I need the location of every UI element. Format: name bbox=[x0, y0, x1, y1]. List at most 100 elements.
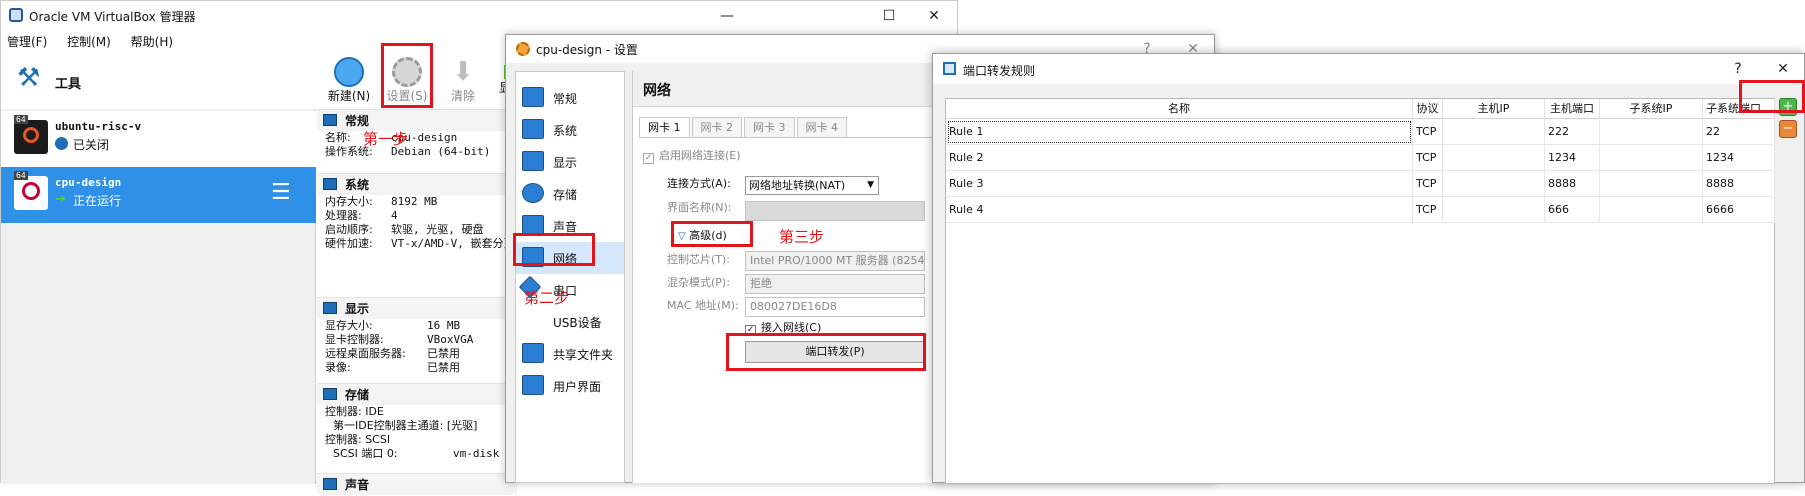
menu-help[interactable]: 帮助(H) bbox=[131, 35, 173, 49]
vm-item-cpu-design[interactable]: 64 cpu-design ➔ 正在运行 ☰ bbox=[1, 167, 316, 223]
main-titlebar: Oracle VM VirtualBox 管理器 — ☐ ✕ bbox=[1, 1, 957, 31]
col-header-protocol[interactable]: 协议 bbox=[1413, 99, 1443, 119]
detail-key: 启动顺序: bbox=[325, 223, 373, 236]
detail-row: 远程桌面服务器: 已禁用 bbox=[317, 347, 517, 361]
cell-protocol[interactable]: TCP bbox=[1413, 145, 1443, 171]
attached-label: 连接方式(A): bbox=[667, 177, 731, 190]
discard-button[interactable]: ⬇ 清除 bbox=[439, 57, 487, 107]
adapter-type-field[interactable]: Intel PRO/1000 MT 服务器 (82545EM) bbox=[745, 251, 925, 271]
cell-host-ip[interactable] bbox=[1443, 171, 1545, 197]
storage-header: 存储 bbox=[317, 383, 517, 405]
gear-icon bbox=[516, 42, 530, 56]
settings-title: cpu-design - 设置 bbox=[536, 43, 638, 57]
detail-row: 名称: cpu-design bbox=[317, 131, 517, 145]
cell-name[interactable]: Rule 2 bbox=[946, 145, 1413, 171]
nav-item-user-interface[interactable]: 用户界面 bbox=[516, 370, 624, 402]
detail-key: 硬件加速: bbox=[325, 237, 373, 250]
maximize-button[interactable]: ☐ bbox=[866, 1, 912, 31]
cell-protocol[interactable]: TCP bbox=[1413, 197, 1443, 223]
audio-section: 声音 bbox=[317, 473, 517, 495]
promisc-label: 混杂模式(P): bbox=[667, 276, 730, 289]
table-row[interactable]: Rule 4 TCP 666 6666 bbox=[946, 197, 1775, 223]
table-row[interactable]: Rule 1 TCP 222 22 bbox=[946, 119, 1775, 145]
port-forward-dialog: 端口转发规则 ? ✕ 名称 协议 主机IP 主机端口 子系统IP 子系统端口 R… bbox=[932, 53, 1805, 484]
col-header-host-ip[interactable]: 主机IP bbox=[1443, 99, 1545, 119]
storage-section: 存储 控制器: IDE 第一IDE控制器主通道: [光驱] 控制器: SCSI … bbox=[317, 383, 517, 461]
remove-rule-icon[interactable]: − bbox=[1779, 120, 1797, 138]
cell-guest-port[interactable]: 22 bbox=[1703, 119, 1775, 145]
table-row[interactable]: Rule 2 TCP 1234 1234 bbox=[946, 145, 1775, 171]
new-label: 新建(N) bbox=[327, 89, 371, 103]
cell-name[interactable]: Rule 1 bbox=[946, 119, 1413, 145]
cell-host-ip[interactable] bbox=[1443, 119, 1545, 145]
enable-adapter-label: 启用网络连接(E) bbox=[659, 149, 741, 162]
general-header: 常规 bbox=[317, 109, 517, 131]
promisc-field[interactable]: 拒绝 bbox=[745, 274, 925, 294]
tab-adapter-4[interactable]: 网卡 4 bbox=[796, 117, 847, 137]
nav-item-shared-folders[interactable]: 共享文件夹 bbox=[516, 338, 624, 370]
usb-icon bbox=[522, 311, 544, 331]
cell-guest-port[interactable]: 1234 bbox=[1703, 145, 1775, 171]
nav-item-general[interactable]: 常规 bbox=[516, 82, 624, 114]
cell-name[interactable]: Rule 3 bbox=[946, 171, 1413, 197]
cell-host-port[interactable]: 666 bbox=[1545, 197, 1600, 223]
adapter-tabs: 网卡 1 网卡 2 网卡 3 网卡 4 bbox=[639, 117, 849, 137]
cell-host-port[interactable]: 1234 bbox=[1545, 145, 1600, 171]
cell-protocol[interactable]: TCP bbox=[1413, 119, 1443, 145]
down-arrow-icon: ⬇ bbox=[452, 57, 474, 87]
mac-field[interactable]: 080027DE16D8 bbox=[745, 297, 925, 317]
nav-item-display[interactable]: 显示 bbox=[516, 146, 624, 178]
name-field[interactable] bbox=[745, 201, 925, 221]
cell-guest-ip[interactable] bbox=[1600, 171, 1703, 197]
display-icon bbox=[323, 302, 337, 314]
detail-key: 内存大小: bbox=[325, 195, 373, 208]
tab-adapter-2[interactable]: 网卡 2 bbox=[691, 117, 742, 137]
nav-item-usb[interactable]: USB设备 bbox=[516, 306, 624, 338]
attached-value: 网络地址转换(NAT) bbox=[749, 179, 846, 192]
nav-item-storage[interactable]: 存储 bbox=[516, 178, 624, 210]
tab-adapter-3[interactable]: 网卡 3 bbox=[744, 117, 795, 137]
detail-value: vm-disk bbox=[453, 447, 500, 460]
menu-manage[interactable]: 管理(F) bbox=[7, 35, 47, 49]
discard-label: 清除 bbox=[450, 89, 475, 103]
new-button[interactable]: 新建(N) bbox=[325, 57, 373, 107]
col-header-guest-ip[interactable]: 子系统IP bbox=[1600, 99, 1703, 119]
cell-guest-ip[interactable] bbox=[1600, 145, 1703, 171]
minimize-button[interactable]: — bbox=[704, 1, 750, 31]
menu-bar: 管理(F) 控制(M) 帮助(H) bbox=[1, 31, 321, 53]
close-button[interactable]: ✕ bbox=[911, 1, 957, 31]
enable-adapter-row: ✓ 启用网络连接(E) bbox=[643, 146, 741, 166]
nav-label: USB设备 bbox=[553, 316, 602, 330]
col-header-name[interactable]: 名称 bbox=[946, 99, 1413, 119]
cell-host-port[interactable]: 8888 bbox=[1545, 171, 1600, 197]
audio-header: 声音 bbox=[317, 473, 517, 495]
cell-guest-ip[interactable] bbox=[1600, 197, 1703, 223]
tab-adapter-1[interactable]: 网卡 1 bbox=[639, 117, 690, 137]
folder-icon bbox=[522, 343, 544, 363]
cell-guest-port[interactable]: 6666 bbox=[1703, 197, 1775, 223]
cell-host-ip[interactable] bbox=[1443, 145, 1545, 171]
detail-key: 处理器: bbox=[325, 209, 362, 222]
general-section: 常规 名称: cpu-design 操作系统: Debian (64-bit) bbox=[317, 109, 517, 159]
cell-name[interactable]: Rule 4 bbox=[946, 197, 1413, 223]
cell-host-ip[interactable] bbox=[1443, 197, 1545, 223]
detail-row: 内存大小: 8192 MB bbox=[317, 195, 517, 209]
cell-guest-ip[interactable] bbox=[1600, 119, 1703, 145]
cell-protocol[interactable]: TCP bbox=[1413, 171, 1443, 197]
storage-title: 存储 bbox=[345, 388, 370, 402]
table-row[interactable]: Rule 3 TCP 8888 8888 bbox=[946, 171, 1775, 197]
vm-menu-icon[interactable]: ☰ bbox=[271, 181, 291, 205]
enable-adapter-checkbox[interactable]: ✓ bbox=[643, 153, 654, 164]
cell-host-port[interactable]: 222 bbox=[1545, 119, 1600, 145]
nav-item-system[interactable]: 系统 bbox=[516, 114, 624, 146]
col-header-host-port[interactable]: 主机端口 bbox=[1545, 99, 1600, 119]
detail-value: 软驱, 光驱, 硬盘 bbox=[391, 223, 484, 236]
menu-control[interactable]: 控制(M) bbox=[67, 35, 111, 49]
cell-guest-port[interactable]: 8888 bbox=[1703, 171, 1775, 197]
attached-select[interactable]: 网络地址转换(NAT) ▼ bbox=[745, 176, 879, 195]
vm-item-ubuntu-risc-v[interactable]: 64 ubuntu-risc-v 已关闭 bbox=[1, 111, 316, 167]
tools-item[interactable]: ⚒ 工具 bbox=[1, 53, 316, 109]
display-section: 显示 显存大小: 16 MB 显卡控制器: VBoxVGA 远程桌面服务器: 已禁用 … bbox=[317, 297, 517, 375]
pf-titlebar: 端口转发规则 ? ✕ bbox=[933, 54, 1804, 84]
detail-value: 8192 MB bbox=[391, 195, 438, 208]
